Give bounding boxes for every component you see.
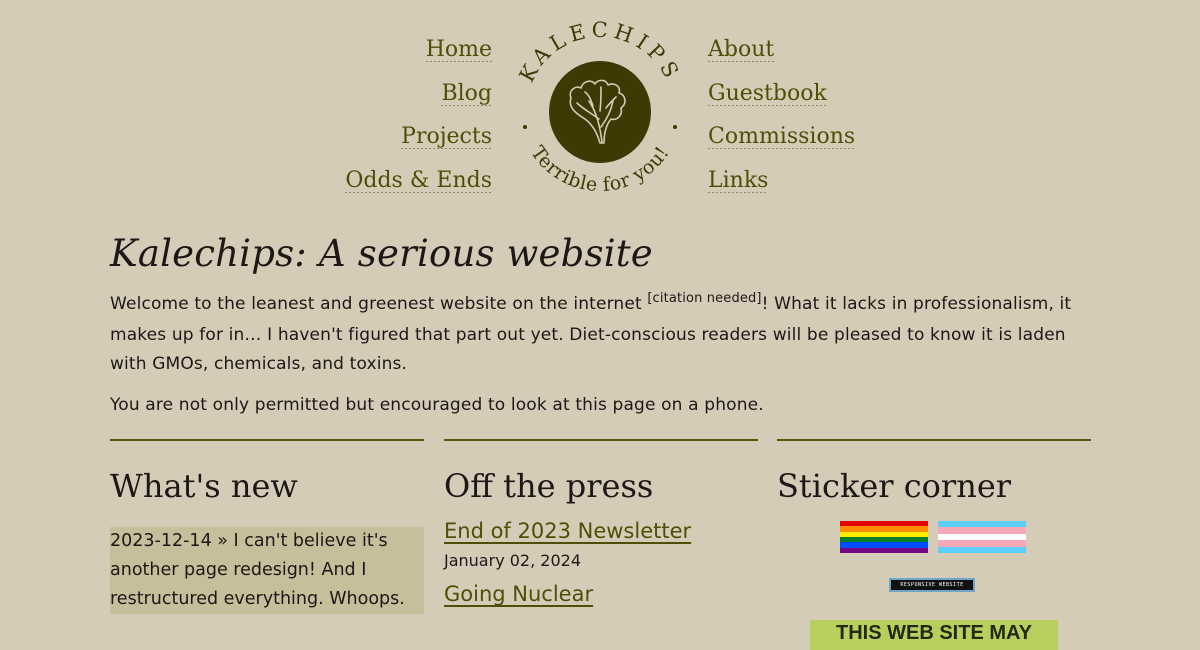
responsive-website-badge[interactable]: RESPONSIVE WEBSITE bbox=[889, 578, 975, 592]
whats-new-heading: What's new bbox=[110, 467, 298, 505]
off-the-press-heading: Off the press bbox=[444, 467, 654, 505]
nav-blog[interactable]: Blog bbox=[441, 71, 492, 115]
logo-dot-left bbox=[523, 125, 527, 129]
nav-guestbook[interactable]: Guestbook bbox=[708, 71, 827, 115]
sticker-corner-heading: Sticker corner bbox=[777, 467, 1012, 505]
phone-note: You are not only permitted but encourage… bbox=[110, 395, 764, 415]
pride-flag-sticker[interactable] bbox=[840, 521, 928, 553]
logo-dot-right bbox=[673, 125, 677, 129]
intro-text-start: Welcome to the leanest and greenest webs… bbox=[110, 294, 648, 314]
this-web-site-may-badge[interactable]: THIS WEB SITE MAY bbox=[810, 620, 1058, 650]
nav-projects[interactable]: Projects bbox=[401, 115, 492, 159]
off-the-press-section: Off the press End of 2023 Newsletter Jan… bbox=[444, 439, 758, 609]
nav-left: Home Blog Projects Odds & Ends bbox=[345, 28, 492, 202]
news-item: 2023-12-14 » I can't believe it's anothe… bbox=[110, 527, 424, 614]
site-logo[interactable]: KALECHIPS Terrible for you! bbox=[505, 15, 695, 205]
nav-right: About Guestbook Commissions Links bbox=[708, 28, 856, 202]
sticker-grid: RESPONSIVE WEBSITE THIS WEB SITE MAY bbox=[777, 506, 1091, 650]
sticker-corner-section: Sticker corner RESPONSIVE WEBSITE THIS W… bbox=[777, 439, 1091, 650]
nav-odds-and-ends[interactable]: Odds & Ends bbox=[345, 158, 492, 202]
post-link-going-nuclear[interactable]: Going Nuclear bbox=[444, 579, 758, 609]
citation-needed: [citation needed] bbox=[647, 291, 762, 306]
nav-links[interactable]: Links bbox=[708, 158, 769, 202]
intro-paragraph: Welcome to the leanest and greenest webs… bbox=[110, 290, 1100, 380]
post-date: January 02, 2024 bbox=[444, 551, 581, 570]
nav-commissions[interactable]: Commissions bbox=[708, 115, 856, 159]
post-link-newsletter[interactable]: End of 2023 Newsletter bbox=[444, 516, 758, 546]
section-divider bbox=[444, 439, 758, 441]
logo-disc bbox=[549, 61, 651, 163]
section-divider bbox=[777, 439, 1091, 441]
section-divider bbox=[110, 439, 424, 441]
trans-flag-sticker[interactable] bbox=[938, 521, 1026, 553]
whats-new-section: What's new 2023-12-14 » I can't believe … bbox=[110, 439, 424, 614]
site-header: Home Blog Projects Odds & Ends KALECHIPS… bbox=[0, 0, 1200, 220]
nav-home[interactable]: Home bbox=[425, 28, 492, 72]
nav-about[interactable]: About bbox=[708, 28, 775, 72]
page-title: Kalechips: A serious website bbox=[110, 232, 653, 275]
